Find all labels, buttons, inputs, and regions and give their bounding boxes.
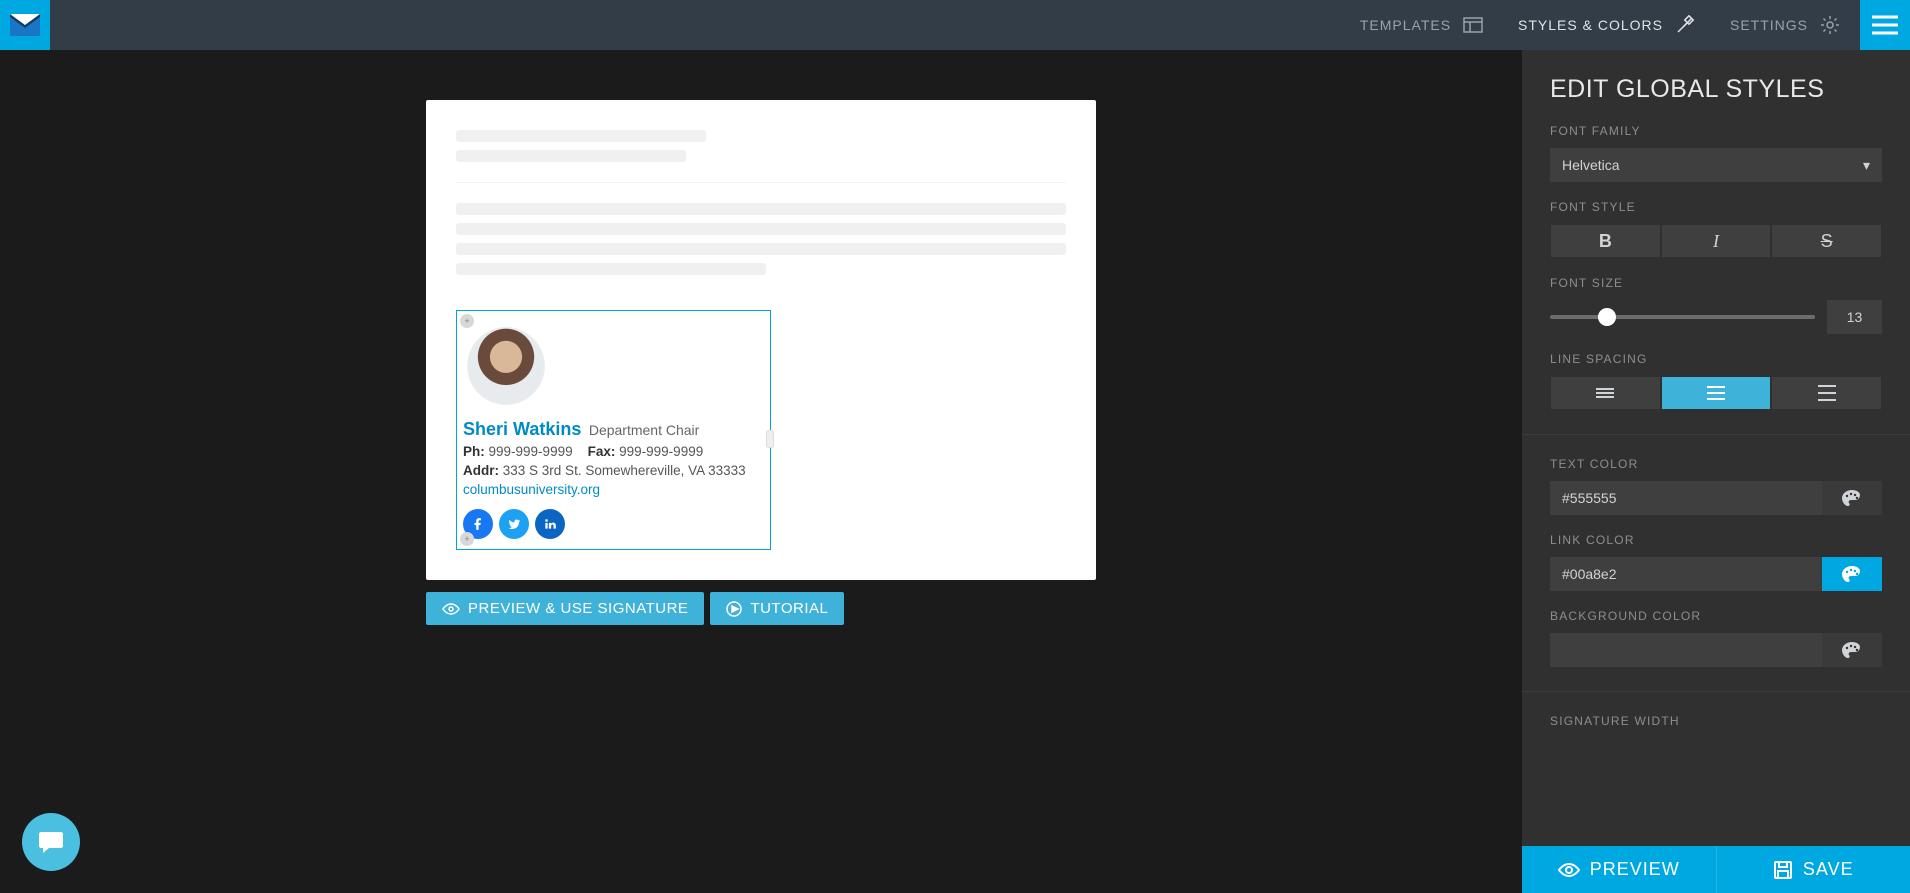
linkedin-icon <box>543 517 557 531</box>
nav-settings[interactable]: SETTINGS <box>1730 15 1840 35</box>
eye-icon <box>1558 862 1580 878</box>
hamburger-icon <box>1872 15 1898 35</box>
font-style-label: FONT STYLE <box>1550 200 1882 214</box>
bg-color-input[interactable] <box>1550 633 1822 667</box>
save-icon <box>1773 860 1793 880</box>
top-navigation: TEMPLATES STYLES & COLORS SETTINGS <box>1360 0 1860 50</box>
save-label: SAVE <box>1803 859 1854 880</box>
spacing-tight-icon <box>1596 387 1614 399</box>
font-family-label: FONT FAMILY <box>1550 124 1882 138</box>
linkedin-button[interactable] <box>535 509 565 539</box>
twitter-icon <box>507 517 521 531</box>
placeholder-line <box>456 203 1066 215</box>
slider-thumb[interactable] <box>1598 308 1616 326</box>
nav-styles-label: STYLES & COLORS <box>1518 17 1663 33</box>
line-spacing-label: LINE SPACING <box>1550 352 1882 366</box>
tutorial-label: TUTORIAL <box>750 600 828 617</box>
gear-icon <box>1820 15 1840 35</box>
placeholder-line <box>456 243 1066 255</box>
nav-styles-colors[interactable]: STYLES & COLORS <box>1518 15 1695 35</box>
signature-title[interactable]: Department Chair <box>589 422 700 438</box>
preview-button[interactable]: PREVIEW <box>1522 846 1716 893</box>
font-size-slider[interactable] <box>1550 315 1815 319</box>
strikethrough-icon: S <box>1821 231 1833 252</box>
signature-name[interactable]: Sheri Watkins <box>463 419 581 440</box>
signature-contact-row[interactable]: Ph: 999-999-9999 Fax: 999-999-9999 <box>463 444 764 459</box>
divider <box>456 182 1066 183</box>
menu-button[interactable] <box>1860 0 1910 50</box>
palette-icon <box>1841 489 1863 507</box>
email-preview-card: + + Sheri Watkins Department Chair Ph: 9… <box>426 100 1096 580</box>
twitter-button[interactable] <box>499 509 529 539</box>
fax-label: Fax: <box>588 444 616 459</box>
font-family-select[interactable]: Helvetica ▾ <box>1550 148 1882 182</box>
design-icon <box>1675 15 1695 35</box>
signature-address-row[interactable]: Addr: 333 S 3rd St. Somewhereville, VA 3… <box>463 463 764 478</box>
placeholder-line <box>456 130 706 142</box>
placeholder-line <box>456 263 766 275</box>
addr-label: Addr: <box>463 463 499 478</box>
preview-use-label: PREVIEW & USE SIGNATURE <box>468 600 688 617</box>
placeholder-line <box>456 223 1066 235</box>
text-color-picker[interactable] <box>1822 481 1882 515</box>
add-element-bottom[interactable]: + <box>460 532 474 546</box>
font-family-value: Helvetica <box>1562 157 1620 173</box>
panel-footer: PREVIEW SAVE <box>1522 846 1910 893</box>
link-color-picker[interactable] <box>1822 557 1882 591</box>
text-color-input[interactable] <box>1550 481 1822 515</box>
signature-website[interactable]: columbusuniversity.org <box>463 482 600 497</box>
avatar[interactable] <box>467 327 545 405</box>
eye-icon <box>442 603 460 615</box>
strike-button[interactable]: S <box>1771 224 1882 258</box>
phone-label: Ph: <box>463 444 485 459</box>
styles-panel: EDIT GLOBAL STYLES FONT FAMILY Helvetica… <box>1522 50 1910 893</box>
signature-box[interactable]: + + Sheri Watkins Department Chair Ph: 9… <box>456 310 771 550</box>
bold-icon: B <box>1599 231 1612 252</box>
bold-button[interactable]: B <box>1550 224 1661 258</box>
nav-templates[interactable]: TEMPLATES <box>1360 15 1483 35</box>
spacing-wide-button[interactable] <box>1771 376 1882 410</box>
italic-button[interactable]: I <box>1661 224 1772 258</box>
nav-settings-label: SETTINGS <box>1730 17 1808 33</box>
templates-icon <box>1463 15 1483 35</box>
phone-value: 999-999-9999 <box>489 444 573 459</box>
tutorial-button[interactable]: TUTORIAL <box>710 592 844 625</box>
palette-icon <box>1841 565 1863 583</box>
bg-color-label: BACKGROUND COLOR <box>1550 609 1882 623</box>
font-size-label: FONT SIZE <box>1550 276 1882 290</box>
topbar: TEMPLATES STYLES & COLORS SETTINGS <box>0 0 1910 50</box>
spacing-medium-button[interactable] <box>1661 376 1772 410</box>
play-icon <box>726 601 742 617</box>
save-button[interactable]: SAVE <box>1717 846 1910 893</box>
signature-width-label: SIGNATURE WIDTH <box>1550 714 1882 728</box>
chat-widget[interactable] <box>22 813 80 871</box>
panel-title: EDIT GLOBAL STYLES <box>1550 75 1882 104</box>
preview-use-signature-button[interactable]: PREVIEW & USE SIGNATURE <box>426 592 704 625</box>
add-element-top[interactable]: + <box>460 314 474 328</box>
link-color-input[interactable] <box>1550 557 1822 591</box>
bg-color-picker[interactable] <box>1822 633 1882 667</box>
spacing-medium-icon <box>1707 386 1725 400</box>
spacing-tight-button[interactable] <box>1550 376 1661 410</box>
facebook-icon <box>471 517 485 531</box>
link-color-label: LINK COLOR <box>1550 533 1882 547</box>
addr-value: 333 S 3rd St. Somewhereville, VA 33333 <box>503 463 746 478</box>
font-size-value[interactable]: 13 <box>1827 300 1882 334</box>
line-spacing-group <box>1550 376 1882 410</box>
spacing-wide-icon <box>1818 385 1836 401</box>
resize-handle[interactable] <box>766 430 774 448</box>
font-style-group: B I S <box>1550 224 1882 258</box>
palette-icon <box>1841 641 1863 659</box>
nav-templates-label: TEMPLATES <box>1360 17 1451 33</box>
chevron-down-icon: ▾ <box>1863 157 1870 174</box>
preview-label: PREVIEW <box>1590 859 1680 880</box>
placeholder-line <box>456 150 686 162</box>
canvas-area: + + Sheri Watkins Department Chair Ph: 9… <box>0 50 1522 893</box>
italic-icon: I <box>1713 231 1719 252</box>
text-color-label: TEXT COLOR <box>1550 457 1882 471</box>
app-logo[interactable] <box>0 0 50 50</box>
fax-value: 999-999-9999 <box>619 444 703 459</box>
chat-icon <box>37 829 65 855</box>
